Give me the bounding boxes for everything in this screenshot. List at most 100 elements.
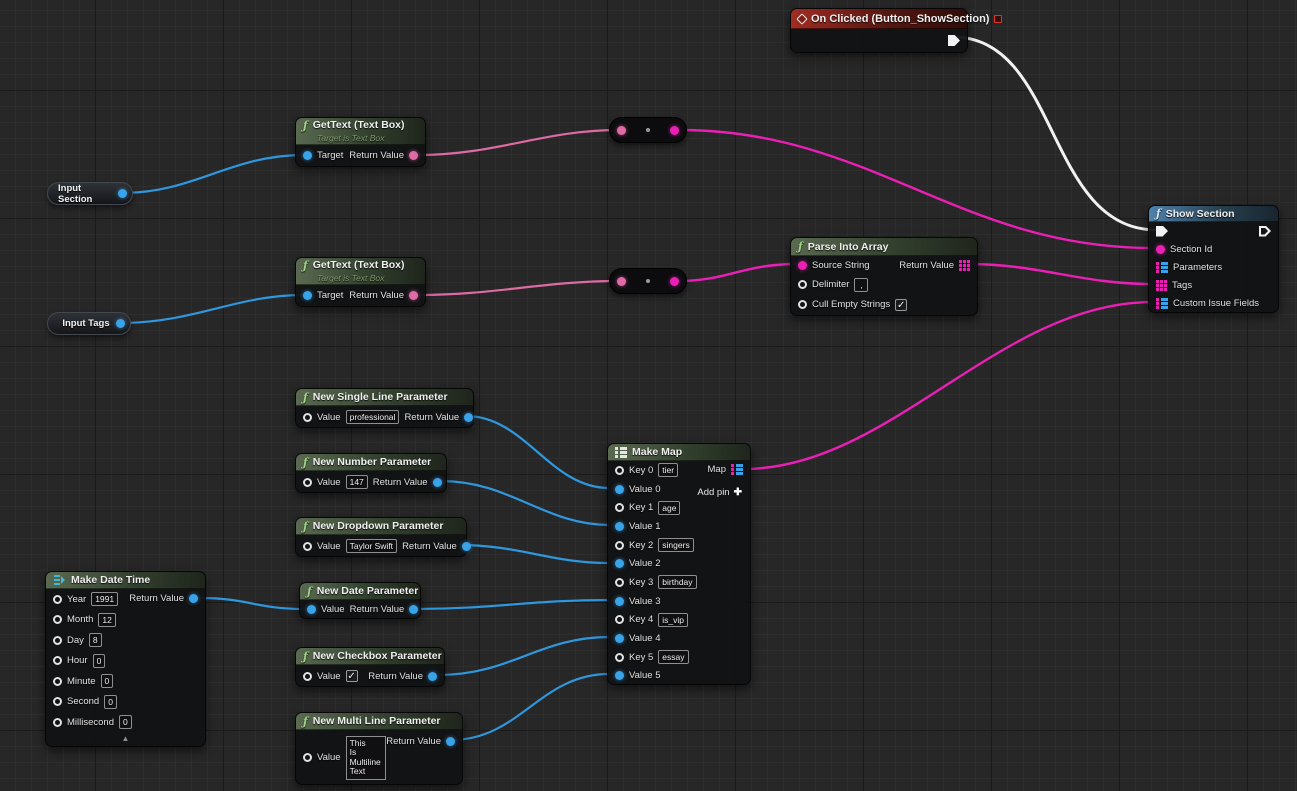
value-multiline-field[interactable]: This Is Multiline Text [346,736,386,780]
conversion-node-text-to-string-top[interactable] [609,117,687,143]
blueprint-graph-canvas[interactable]: On Clicked (Button_ShowSection) ƒ GetTex… [0,0,1297,791]
exec-in-pin[interactable] [1156,226,1168,237]
node-show-section[interactable]: ƒ Show Section Section Id Parameters Tag… [1148,205,1279,313]
conversion-out-pin[interactable] [670,126,679,135]
return-value-pin[interactable] [409,605,418,614]
minute-field[interactable]: 0 [101,674,114,688]
key-1-pin[interactable] [615,503,624,512]
year-pin[interactable] [53,595,62,604]
pin-label: Section Id [1170,244,1212,255]
millisecond-field[interactable]: 0 [119,715,132,729]
day-pin[interactable] [53,636,62,645]
cull-empty-strings-pin[interactable] [798,300,807,309]
value-checkbox[interactable]: ✓ [346,670,358,682]
year-field[interactable]: 1991 [91,592,118,606]
section-id-pin[interactable] [1156,245,1165,254]
day-field[interactable]: 8 [89,633,102,647]
add-pin-button[interactable]: Add pin ✚ [697,487,742,498]
delegate-pin[interactable] [994,15,1002,23]
node-input-section-variable[interactable]: Input Section [47,182,133,205]
return-value-pin[interactable] [464,413,473,422]
conversion-out-pin[interactable] [670,277,679,286]
delimiter-pin[interactable] [798,280,807,289]
conversion-in-pin[interactable] [617,126,626,135]
node-new-multi-line-parameter[interactable]: ƒ New Multi Line Parameter Value This Is… [295,712,463,785]
node-input-tags-variable[interactable]: Input Tags [47,312,131,335]
hour-pin[interactable] [53,656,62,665]
second-pin[interactable] [53,697,62,706]
node-make-map[interactable]: Make Map Key 0tier Value 0 Key 1age Valu… [607,443,751,685]
key-3-pin[interactable] [615,578,624,587]
return-value-pin[interactable] [446,737,455,746]
source-string-pin[interactable] [798,261,807,270]
target-pin[interactable] [303,151,312,160]
value-0-pin[interactable] [615,485,624,494]
value-field[interactable]: 147 [346,475,368,489]
key-0-pin[interactable] [615,466,624,475]
node-on-clicked-event[interactable]: On Clicked (Button_ShowSection) [790,8,968,53]
key-2-pin[interactable] [615,541,624,550]
conversion-in-pin[interactable] [617,277,626,286]
return-value-pin[interactable] [409,151,418,160]
value-pin[interactable] [303,413,312,422]
return-value-pin[interactable] [409,291,418,300]
key-4-field[interactable]: is_vip [658,613,688,627]
value-2-pin[interactable] [615,559,624,568]
node-subtitle: Target is Text Box [317,133,418,143]
return-value-pin[interactable] [189,594,198,603]
key-5-field[interactable]: essay [658,650,688,664]
node-make-date-time[interactable]: Make Date Time Year1991 Month12 Day8 Hou… [45,571,206,747]
node-new-single-line-parameter[interactable]: ƒ New Single Line Parameter Valueprofess… [295,388,474,428]
value-field[interactable]: professional [346,410,400,424]
hour-field[interactable]: 0 [93,654,106,668]
key-4-pin[interactable] [615,615,624,624]
cull-empty-strings-checkbox[interactable]: ✓ [895,299,907,311]
value-pin[interactable] [303,753,312,762]
key-0-field[interactable]: tier [658,463,678,477]
node-parse-into-array[interactable]: ƒ Parse Into Array Source String Return … [790,237,978,316]
return-value-pin[interactable] [462,542,471,551]
key-5-pin[interactable] [615,653,624,662]
node-new-checkbox-parameter[interactable]: ƒ New Checkbox Parameter Value✓ Return V… [295,647,445,687]
node-gettext-section[interactable]: ƒ GetText (Text Box) Target is Text Box … [295,117,426,167]
value-1-pin[interactable] [615,522,624,531]
value-4-pin[interactable] [615,634,624,643]
value-pin[interactable] [303,478,312,487]
minute-pin[interactable] [53,677,62,686]
value-5-pin[interactable] [615,671,624,680]
array-pin[interactable] [959,260,970,271]
value-3-pin[interactable] [615,597,624,606]
tags-array-pin[interactable] [1156,280,1167,291]
millisecond-pin[interactable] [53,718,62,727]
month-field[interactable]: 12 [98,613,115,627]
pin-label: Return Value [350,604,405,615]
collapse-node-arrow[interactable]: ▲ [46,734,205,744]
exec-out-pin[interactable] [1259,226,1271,237]
value-field[interactable]: Taylor Swift [346,539,397,553]
node-new-number-parameter[interactable]: ƒ New Number Parameter Value147 Return V… [295,453,447,493]
value-pin[interactable] [303,542,312,551]
node-new-date-parameter[interactable]: ƒ New Date Parameter Value Return Value [299,582,421,619]
value-pin[interactable] [307,605,316,614]
key-2-field[interactable]: singers [658,538,693,552]
target-pin[interactable] [303,291,312,300]
month-pin[interactable] [53,615,62,624]
custom-issue-fields-map-pin[interactable] [1156,298,1168,309]
value-pin[interactable] [303,672,312,681]
map-out-pin[interactable] [731,464,743,475]
pin-label: Return Value [368,671,423,682]
node-gettext-tags[interactable]: ƒ GetText (Text Box) Target is Text Box … [295,257,426,307]
parameters-map-pin[interactable] [1156,262,1168,273]
object-wire-value1 [441,481,609,525]
variable-out-pin[interactable] [116,319,125,328]
exec-out-pin[interactable] [948,35,960,46]
key-1-field[interactable]: age [658,501,680,515]
key-3-field[interactable]: birthday [658,575,696,589]
conversion-node-text-to-string-bottom[interactable] [609,268,687,294]
return-value-pin[interactable] [428,672,437,681]
node-new-dropdown-parameter[interactable]: ƒ New Dropdown Parameter ValueTaylor Swi… [295,517,467,557]
delimiter-field[interactable]: , [854,278,868,292]
variable-out-pin[interactable] [118,189,127,198]
return-value-pin[interactable] [433,478,442,487]
second-field[interactable]: 0 [104,695,117,709]
